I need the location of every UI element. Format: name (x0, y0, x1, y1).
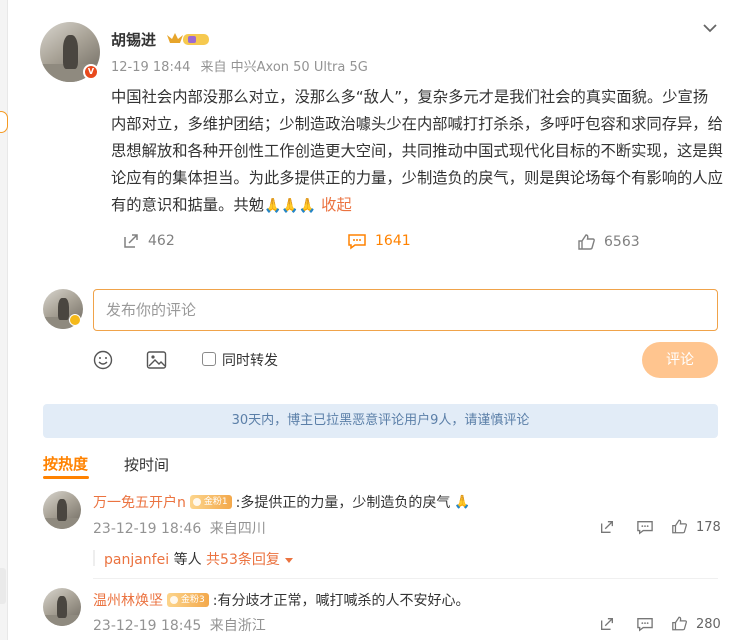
fold-hands-icon: 🙏 (454, 494, 471, 510)
user-verified-icon (69, 314, 81, 326)
caret-down-icon[interactable] (284, 557, 294, 564)
reply-summary: panjanfei 等人 共53条回复 (104, 549, 294, 569)
comment-time: 23-12-19 18:45 (93, 618, 202, 634)
post-time[interactable]: 12-19 18:44 (111, 60, 190, 75)
comment-like-count: 178 (696, 520, 721, 535)
comment-icon[interactable] (636, 616, 654, 632)
comment-input[interactable]: 发布你的评论 (93, 289, 718, 331)
left-panel-edge (0, 0, 8, 640)
post-text: 中国社会内部没那么对立，没那么多“敌人”，复杂多元才是我们社会的真实面貌。少宣扬… (111, 84, 723, 220)
emoji-icon[interactable] (93, 350, 113, 370)
comment-meta: 23-12-19 18:45 来自浙江 (93, 615, 266, 635)
comment-location: 来自浙江 (209, 618, 266, 634)
fan-badge[interactable]: 金粉1 (189, 495, 232, 509)
comment-location: 来自四川 (209, 521, 266, 537)
post-body: 中国社会内部没那么对立，没那么多“敌人”，复杂多元才是我们社会的真实面貌。少宣扬… (111, 88, 723, 214)
tab-sort-hot[interactable]: 按热度 (43, 453, 88, 474)
reply-user[interactable]: panjanfei (104, 552, 169, 568)
like-icon (578, 234, 595, 250)
chevron-down-icon[interactable] (702, 18, 718, 37)
fold-hands-icon: 🙏🙏🙏 (263, 198, 317, 214)
comment-like-count: 280 (696, 617, 721, 632)
commenter-avatar[interactable] (43, 491, 81, 529)
submit-comment-button[interactable]: 评论 (642, 342, 718, 378)
comment-line: 温州林焕坚 金粉3 :有分歧才正常，喊打喊杀的人不安好心。 (93, 590, 469, 610)
collapse-link[interactable]: 收起 (321, 196, 352, 214)
crown-badge-icon[interactable] (166, 31, 210, 47)
repost-icon (124, 234, 138, 248)
like-count: 6563 (604, 234, 640, 250)
side-indicator (0, 111, 8, 133)
like-button[interactable]: 6563 (577, 233, 640, 251)
verified-badge-icon: V (83, 64, 99, 80)
side-card-edge (0, 568, 6, 604)
tab-sort-time[interactable]: 按时间 (124, 454, 169, 475)
author-name[interactable]: 胡锡进 (111, 29, 156, 50)
repost-icon[interactable] (599, 616, 615, 632)
active-tab-indicator (43, 476, 89, 479)
commenter-name[interactable]: 温州林焕坚 (93, 590, 163, 610)
comment-notice: 30天内，博主已拉黑恶意评论用户9人，请谨慎评论 (43, 404, 718, 438)
commenter-name[interactable]: 万一免五开户n (93, 492, 186, 512)
post-meta: 12-19 18:44 来自 中兴Axon 50 Ultra 5G (111, 56, 368, 75)
reply-others: 等人 (173, 552, 202, 568)
like-icon[interactable] (671, 615, 688, 632)
comment-icon (348, 234, 366, 250)
comment-button[interactable]: 1641 (347, 232, 411, 250)
comment-meta: 23-12-19 18:46 来自四川 (93, 518, 266, 538)
comment-line: 万一免五开户n 金粉1 :多提供正的力量，少制造负的戾气 🙏 (93, 492, 471, 512)
comment-text: :多提供正的力量，少制造负的戾气 (235, 495, 451, 511)
forward-label[interactable]: 同时转发 (222, 350, 278, 370)
commenter-avatar[interactable] (43, 588, 81, 626)
fan-badge[interactable]: 金粉3 (167, 593, 209, 607)
reply-divider (93, 550, 95, 566)
repost-button[interactable]: 462 (122, 232, 175, 250)
repost-icon[interactable] (599, 519, 615, 535)
more-replies-link[interactable]: 共53条回复 (206, 552, 280, 568)
post-source: 来自 中兴Axon 50 Ultra 5G (200, 60, 368, 75)
comment-time: 23-12-19 18:46 (93, 521, 202, 537)
comment-count: 1641 (375, 233, 411, 249)
like-icon[interactable] (671, 518, 688, 535)
repost-count: 462 (148, 233, 175, 249)
forward-checkbox[interactable] (202, 352, 216, 366)
comment-divider (93, 578, 718, 579)
image-icon[interactable] (146, 350, 167, 370)
comment-icon[interactable] (636, 519, 654, 535)
comment-text: :有分歧才正常，喊打喊杀的人不安好心。 (212, 593, 470, 609)
